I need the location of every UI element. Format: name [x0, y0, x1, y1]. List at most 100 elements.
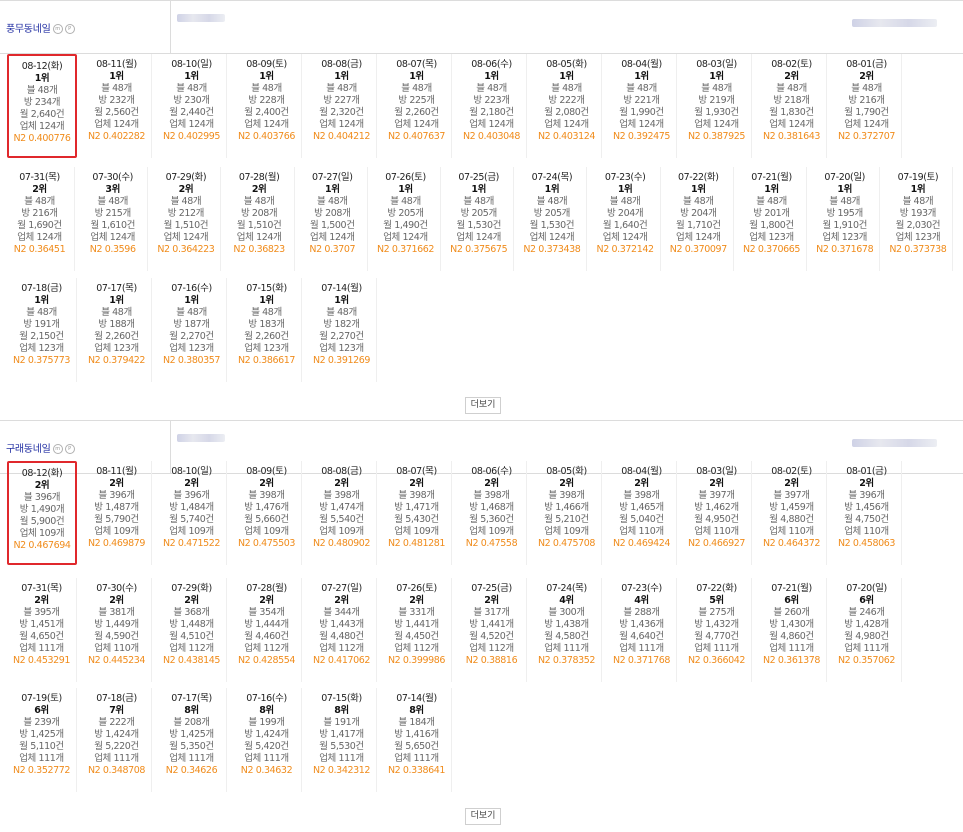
card-blog-count: 블 48개: [626, 83, 657, 94]
card-rank: 8위: [184, 705, 199, 716]
card-blog-count: 블 48개: [251, 307, 282, 318]
card-rank: 5위: [709, 595, 724, 606]
card-date: 07-21(월): [751, 172, 792, 183]
card-rank: 1위: [471, 184, 486, 195]
card-business-count: 업체 110개: [94, 643, 139, 654]
card-business-count: 업체 111개: [244, 753, 289, 764]
card-blog-count: 블 48개: [101, 83, 132, 94]
rank-day-card: 07-20(일) 6위 블 246개 방 1,428개 월 4,980건 업체 111개 N…: [832, 578, 902, 682]
card-date: 08-07(목): [396, 466, 437, 477]
rank-day-card: 07-21(월) 6위 블 260개 방 1,430개 월 4,860건 업체 111개 N…: [757, 578, 827, 682]
rank-day-card: 08-10(일) 1위 블 48개 방 230개 월 2,440건 업체 124개 N2 0…: [157, 54, 227, 158]
card-monthly-searches: 월 5,660건: [244, 514, 289, 525]
card-date: 08-03(일): [696, 466, 737, 477]
card-business-count: 업체 124개: [19, 121, 65, 132]
card-monthly-searches: 월 4,770건: [694, 631, 739, 642]
card-date: 07-16(수): [246, 693, 287, 704]
card-blog-count: 블 395개: [23, 607, 60, 618]
card-rank: 2위: [34, 480, 50, 491]
card-business-count: 업체 124개: [310, 232, 355, 243]
keyword-name[interactable]: 풍무동네일 m P: [6, 20, 75, 35]
card-blog-count: 블 48개: [326, 83, 357, 94]
rank-day-card: 07-23(수) 4위 블 288개 방 1,436개 월 4,640건 업체 111개 N…: [607, 578, 677, 682]
card-date: 07-30(수): [92, 172, 133, 183]
card-blog-count: 블 48개: [26, 307, 57, 318]
pc-icon[interactable]: P: [64, 444, 75, 454]
card-rank: 1위: [398, 184, 413, 195]
card-monthly-searches: 월 4,450건: [394, 631, 439, 642]
card-business-count: 업체 109개: [319, 526, 364, 537]
card-n2-score: N2 0.480902: [312, 538, 371, 549]
rank-day-card: 07-17(목) 1위 블 48개 방 188개 월 2,260건 업체 123개 N2 0…: [82, 278, 152, 382]
card-n2-score: N2 0.467694: [13, 540, 71, 551]
card-date: 07-30(수): [96, 583, 137, 594]
rank-day-card: 08-12(화) 1위 블 48개 방 234개 월 2,640건 업체 124개 N2 0…: [7, 54, 77, 158]
card-rank: 2위: [484, 478, 499, 489]
card-date: 08-10(일): [171, 59, 212, 70]
rank-day-card: 07-27(일) 2위 블 344개 방 1,443개 월 4,480건 업체 112개 N…: [307, 578, 377, 682]
card-rank: 2위: [709, 478, 724, 489]
card-date: 07-17(목): [171, 693, 212, 704]
card-date: 08-06(수): [471, 59, 512, 70]
rank-day-card: 08-08(금) 2위 블 398개 방 1,474개 월 5,540건 업체 109개 N…: [307, 461, 377, 565]
card-blog-count: 블 398개: [473, 490, 510, 501]
card-blog-count: 블 398개: [398, 490, 435, 501]
card-rank: 2위: [259, 595, 274, 606]
mobile-icon[interactable]: m: [52, 24, 63, 34]
card-business-count: 업체 111개: [619, 643, 664, 654]
card-room-count: 방 230개: [173, 95, 210, 106]
card-business-count: 업체 109개: [469, 526, 514, 537]
card-date: 08-05(화): [546, 59, 587, 70]
more-button[interactable]: 더보기: [465, 808, 501, 825]
card-room-count: 방 234개: [23, 97, 61, 108]
card-blog-count: 블 48개: [829, 196, 860, 207]
card-room-count: 방 1,441개: [394, 619, 439, 630]
rank-day-card: 07-28(월) 2위 블 48개 방 208개 월 1,510건 업체 124개 N2 0…: [225, 167, 295, 271]
card-date: 07-19(토): [21, 693, 62, 704]
rank-day-card: 08-05(화) 2위 블 398개 방 1,466개 월 5,210건 업체 109개 N…: [532, 461, 602, 565]
rank-day-card: 08-05(화) 1위 블 48개 방 222개 월 2,080건 업체 124개 N2 0…: [532, 54, 602, 158]
card-monthly-searches: 월 4,860건: [769, 631, 814, 642]
card-n2-score: N2 0.399986: [387, 655, 446, 666]
card-monthly-searches: 월 4,580건: [544, 631, 589, 642]
card-date: 07-19(토): [897, 172, 939, 183]
card-monthly-searches: 월 4,640건: [619, 631, 664, 642]
more-button[interactable]: 더보기: [465, 397, 501, 414]
card-n2-score: N2 0.391269: [312, 355, 371, 366]
card-monthly-searches: 월 2,150건: [19, 331, 64, 342]
card-blog-count: 블 48개: [390, 196, 421, 207]
card-blog-count: 블 300개: [548, 607, 585, 618]
card-blog-count: 블 288개: [623, 607, 660, 618]
card-n2-score: N2 0.402995: [162, 131, 221, 142]
rank-day-card: 08-09(토) 2위 블 398개 방 1,476개 월 5,660건 업체 109개 N…: [232, 461, 302, 565]
mobile-icon[interactable]: m: [52, 444, 63, 454]
card-blog-count: 블 398개: [548, 490, 585, 501]
rank-day-card: 07-31(목) 2위 블 48개 방 216개 월 1,690건 업체 124개 N2 0…: [5, 167, 75, 271]
card-blog-count: 블 317개: [473, 607, 510, 618]
card-business-count: 업체 111개: [694, 643, 739, 654]
card-monthly-searches: 월 4,590건: [94, 631, 139, 642]
card-room-count: 방 204개: [680, 208, 717, 219]
rank-day-card: 07-14(월) 8위 블 184개 방 1,416개 월 5,650건 업체 111개 N…: [382, 688, 452, 792]
card-n2-score: N2 0.386617: [237, 355, 296, 366]
rank-day-card: 08-07(목) 2위 블 398개 방 1,471개 월 5,430건 업체 109개 N…: [382, 461, 452, 565]
card-business-count: 업체 123개: [895, 232, 941, 243]
rank-day-card: 07-18(금) 7위 블 222개 방 1,424개 월 5,220건 업체 111개 N…: [82, 688, 152, 792]
card-monthly-searches: 월 2,320건: [319, 107, 364, 118]
pc-icon[interactable]: P: [64, 24, 75, 34]
card-room-count: 방 1,459개: [769, 502, 814, 513]
rank-day-card: 07-15(화) 8위 블 191개 방 1,417개 월 5,530건 업체 111개 N…: [307, 688, 377, 792]
keyword-name[interactable]: 구래동네일 m P: [6, 440, 75, 455]
card-room-count: 방 204개: [606, 208, 644, 219]
card-monthly-searches: 월 4,650건: [19, 631, 64, 642]
rank-day-card: 08-03(일) 2위 블 397개 방 1,462개 월 4,950건 업체 110개 N…: [682, 461, 752, 565]
card-room-count: 방 1,438개: [544, 619, 589, 630]
card-rank: 2위: [251, 184, 267, 195]
card-rank: 1위: [691, 184, 706, 195]
card-n2-score: N2 0.36451: [13, 244, 66, 255]
rank-day-card: 08-01(금) 2위 블 396개 방 1,456개 월 4,750건 업체 110개 N…: [832, 461, 902, 565]
card-monthly-searches: 월 1,690건: [17, 220, 62, 231]
card-rank: 1위: [334, 71, 349, 82]
rank-day-card: 07-27(일) 1위 블 48개 방 208개 월 1,500건 업체 124개 N2 0…: [298, 167, 368, 271]
card-business-count: 업체 109개: [169, 526, 214, 537]
